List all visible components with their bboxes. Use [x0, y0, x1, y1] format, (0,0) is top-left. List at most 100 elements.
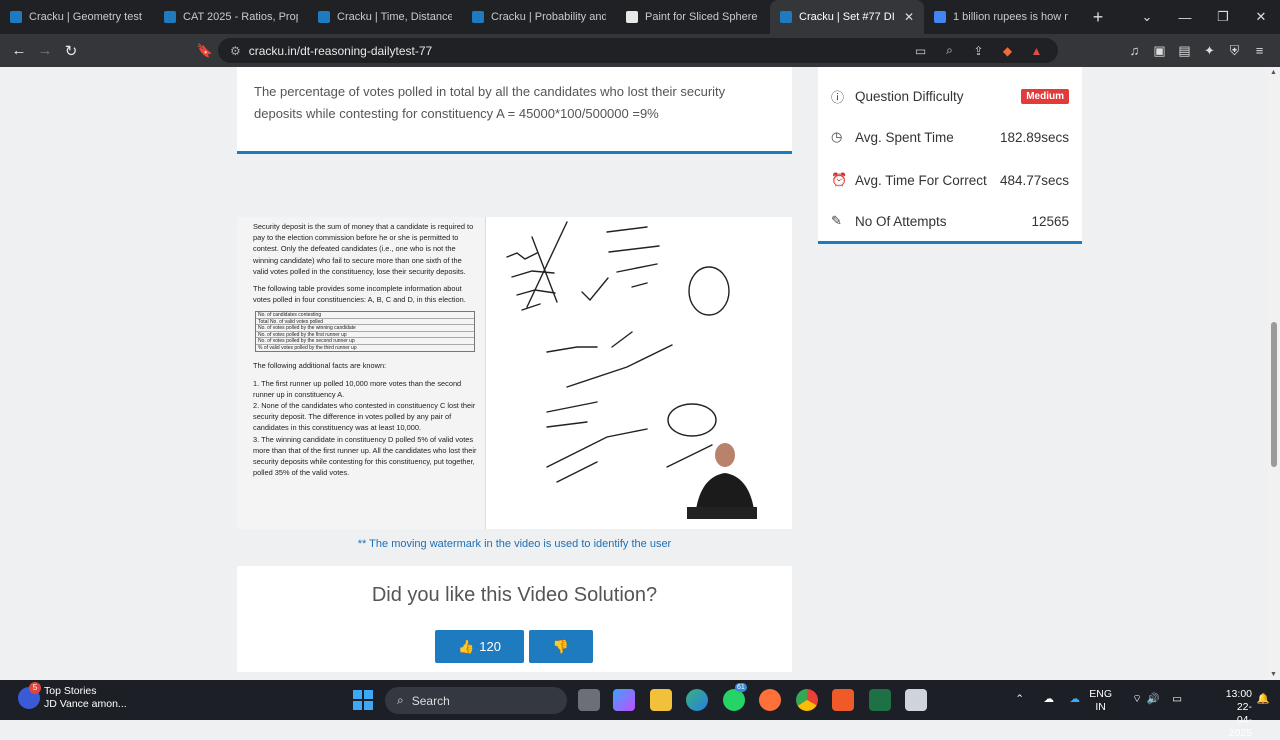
- maximize-button[interactable]: ❐: [1204, 9, 1242, 25]
- browser-tab[interactable]: Cracku | Set #77 DI fo ✕: [770, 0, 924, 34]
- tab-title: 1 billion rupees is how m: [953, 11, 1068, 23]
- weather-icon[interactable]: ☁: [1044, 693, 1055, 706]
- sidebar-icon[interactable]: ▣: [1147, 43, 1172, 59]
- video-para-1: Security deposit is the sum of money tha…: [253, 222, 474, 276]
- tab-close-icon[interactable]: ✕: [904, 10, 914, 24]
- browser-tab[interactable]: Paint for Sliced Sphere: [616, 0, 770, 34]
- whatsapp-icon[interactable]: 61: [723, 683, 747, 711]
- bookmark-icon[interactable]: 🔖: [192, 43, 218, 59]
- tab-favicon-icon: [934, 11, 946, 23]
- news-widget[interactable]: 5 Top Stories JD Vance amon...: [18, 682, 127, 711]
- brave-icon[interactable]: [832, 689, 854, 711]
- browser-tab[interactable]: 1 billion rupees is how m: [924, 0, 1078, 34]
- site-info-icon[interactable]: ⚙: [230, 44, 241, 58]
- zoom-icon[interactable]: ⌕: [935, 43, 964, 58]
- page-scrollbar[interactable]: ▲ ▼: [1268, 67, 1280, 680]
- help-circle-icon: ⓘ: [831, 89, 845, 105]
- reload-button[interactable]: ↻: [58, 42, 84, 60]
- start-button[interactable]: [353, 690, 373, 710]
- like-button[interactable]: 👍 120: [435, 630, 524, 663]
- news-icon: 5: [18, 682, 41, 709]
- edit-icon: ✎: [831, 213, 842, 228]
- watermark-note: ** The moving watermark in the video is …: [357, 538, 672, 550]
- difficulty-label: Question Difficulty: [855, 88, 964, 104]
- video-para-3: The following additional facts are known…: [253, 361, 387, 371]
- excel-icon[interactable]: [869, 689, 891, 711]
- windows-taskbar: 5 Top Stories JD Vance amon... ⌕ Search …: [0, 680, 1280, 739]
- minimize-button[interactable]: —: [1166, 10, 1204, 25]
- attempts-value: 12565: [1031, 213, 1069, 229]
- news-subtitle: JD Vance amon...: [44, 698, 127, 710]
- news-badge: 5: [29, 682, 41, 694]
- search-label: Search: [411, 693, 450, 708]
- leo-ai-icon[interactable]: ✦: [1197, 43, 1222, 59]
- tray-chevron-icon[interactable]: ⌃: [1015, 693, 1024, 706]
- tab-title: Paint for Sliced Sphere: [645, 11, 758, 23]
- thumbs-down-icon: 👎: [552, 638, 570, 654]
- media-icon[interactable]: ♫: [1122, 43, 1147, 58]
- url-text: cracku.in/dt-reasoning-dailytest-77: [248, 43, 433, 58]
- scrollbar-thumb[interactable]: [1271, 322, 1277, 467]
- firefox-icon[interactable]: [759, 689, 781, 711]
- edge-icon[interactable]: [686, 689, 708, 711]
- forward-button[interactable]: →: [32, 42, 58, 59]
- video-question-panel: Security deposit is the sum of money tha…: [237, 217, 486, 529]
- window-controls: ⌄ — ❐ ✕: [1128, 0, 1280, 34]
- brave-rewards-icon[interactable]: ▲: [1022, 44, 1051, 58]
- clock[interactable]: 13:00 22-04-2025: [1226, 688, 1252, 740]
- browser-tab[interactable]: Cracku | Probability and C: [462, 0, 616, 34]
- scroll-down-icon[interactable]: ▼: [1270, 671, 1277, 678]
- feedback-card: Did you like this Video Solution? 👍 120 …: [237, 566, 792, 672]
- battery-icon[interactable]: ▭: [1172, 693, 1182, 706]
- avg-time-label: Avg. Spent Time: [855, 129, 954, 145]
- language-indicator[interactable]: ENG IN: [1089, 688, 1112, 714]
- page-content: The percentage of votes polled in total …: [0, 67, 1268, 680]
- vpn-icon[interactable]: ⛨: [1222, 43, 1247, 59]
- tab-title: Cracku | Probability and C: [491, 11, 606, 23]
- clock-icon: ◷: [831, 129, 843, 144]
- cast-icon[interactable]: ▭: [906, 44, 935, 58]
- video-table-row: % of valid votes polled by the third run…: [258, 344, 357, 351]
- taskbar-search[interactable]: ⌕ Search: [385, 687, 567, 714]
- chrome-icon[interactable]: [796, 689, 818, 711]
- avg-correct-row: ⏰ Avg. Time For Correct 484.77secs: [818, 160, 1082, 200]
- tab-title: CAT 2025 - Ratios, Propor: [183, 11, 298, 23]
- solution-card: The percentage of votes polled in total …: [237, 67, 792, 154]
- difficulty-row: ⓘ Question Difficulty Medium: [818, 76, 1082, 116]
- menu-icon[interactable]: ≡: [1247, 43, 1272, 58]
- file-explorer-icon[interactable]: [650, 689, 672, 711]
- browser-tab[interactable]: Cracku | Time, Distance an: [308, 0, 462, 34]
- tab-title: Cracku | Geometry test #7: [29, 11, 144, 23]
- question-stats-card: ⓘ Question Difficulty Medium ◷ Avg. Spen…: [818, 67, 1082, 244]
- attempts-label: No Of Attempts: [855, 213, 947, 229]
- tab-search-chevron-icon[interactable]: ⌄: [1128, 9, 1166, 25]
- difficulty-badge: Medium: [1021, 88, 1069, 104]
- news-title: Top Stories: [44, 685, 97, 697]
- browser-tab[interactable]: CAT 2025 - Ratios, Propor: [154, 0, 308, 34]
- dislike-button[interactable]: 👎: [529, 630, 593, 663]
- scroll-up-icon[interactable]: ▲: [1270, 69, 1277, 76]
- tab-favicon-icon: [780, 11, 792, 23]
- avg-correct-label: Avg. Time For Correct: [855, 172, 987, 188]
- new-tab-button[interactable]: +: [1086, 7, 1110, 28]
- copilot-icon[interactable]: [613, 689, 635, 711]
- avg-correct-value: 484.77secs: [999, 172, 1069, 188]
- snipping-tool-icon[interactable]: [905, 689, 927, 711]
- brave-shields-icon[interactable]: ◆: [993, 44, 1022, 58]
- tab-favicon-icon: [10, 11, 22, 23]
- browser-tab[interactable]: Cracku | Geometry test #7: [0, 0, 154, 34]
- onedrive-icon[interactable]: ☁: [1070, 693, 1081, 706]
- task-view-icon[interactable]: [578, 689, 600, 711]
- share-icon[interactable]: ⇪: [964, 44, 993, 58]
- video-player[interactable]: Security deposit is the sum of money tha…: [237, 217, 792, 529]
- wallet-icon[interactable]: ▤: [1172, 43, 1197, 59]
- volume-icon[interactable]: 🔊: [1147, 693, 1160, 706]
- tab-title: Cracku | Time, Distance an: [337, 11, 452, 23]
- tab-strip: Cracku | Geometry test #7 CAT 2025 - Rati…: [0, 0, 1280, 34]
- video-fact-3: 3. The winning candidate in constituency…: [253, 434, 477, 478]
- back-button[interactable]: ←: [6, 42, 32, 59]
- wifi-icon[interactable]: ⌔: [1132, 693, 1142, 706]
- search-icon: ⌕: [397, 693, 404, 707]
- notification-bell-icon[interactable]: 🔔: [1257, 693, 1270, 706]
- close-window-button[interactable]: ✕: [1242, 9, 1280, 25]
